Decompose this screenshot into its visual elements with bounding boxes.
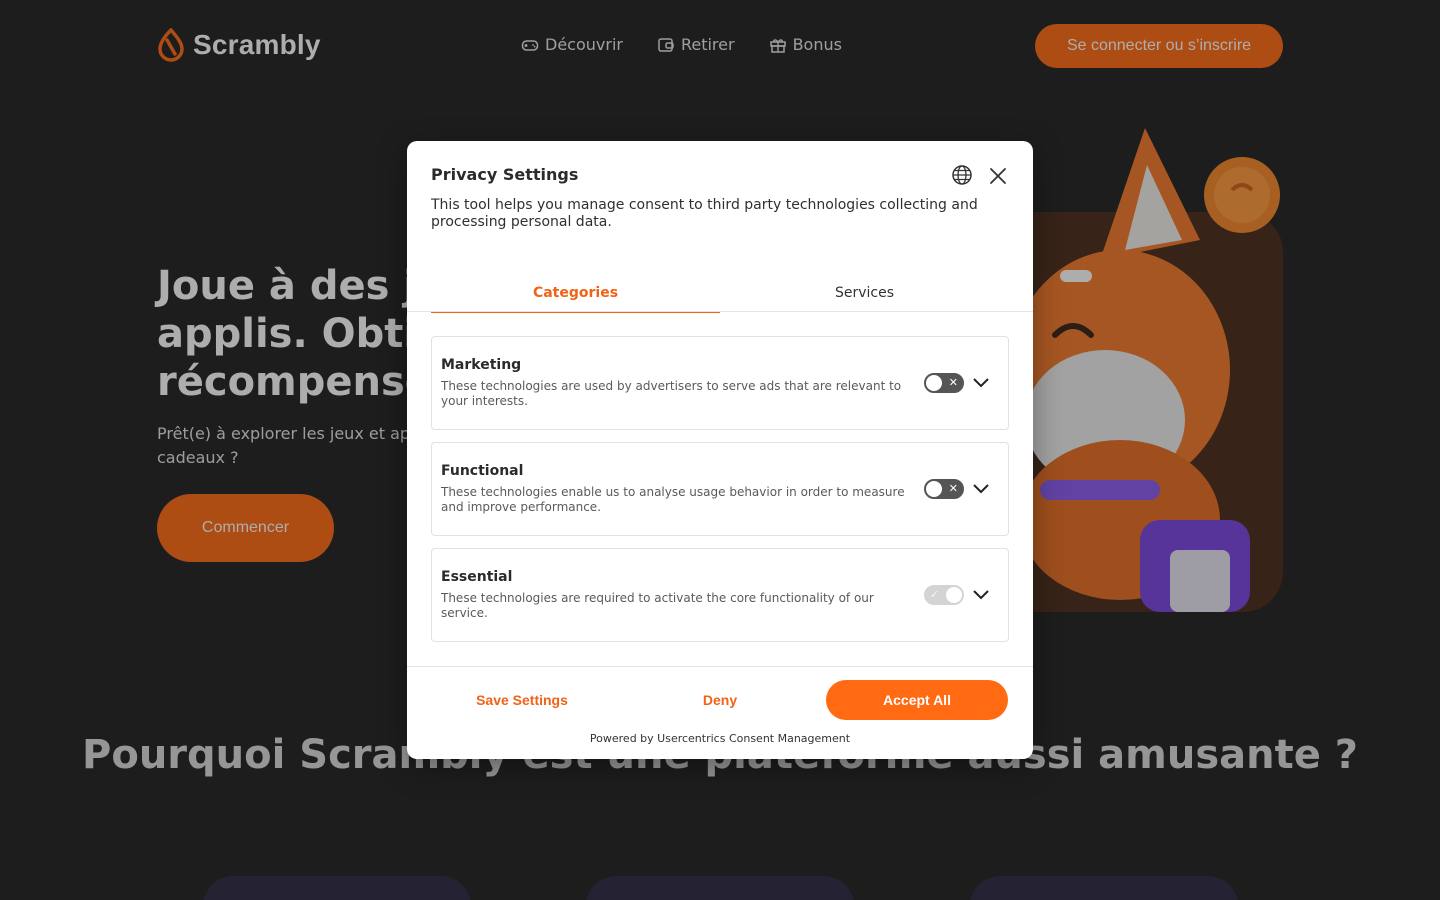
modal-title: Privacy Settings	[431, 165, 579, 184]
toggle-knob	[946, 587, 962, 603]
check-icon: ✓	[930, 588, 940, 601]
essential-toggle: ✓	[924, 585, 964, 605]
category-functional[interactable]: Functional These technologies enable us …	[431, 442, 1009, 536]
privacy-settings-modal: Privacy Settings This tool helps you man…	[407, 141, 1033, 759]
category-name: Marketing	[441, 357, 522, 373]
marketing-toggle[interactable]: ✕	[924, 373, 964, 393]
footer-divider	[407, 666, 1033, 667]
save-settings-button[interactable]: Save Settings	[431, 680, 613, 720]
modal-description: This tool helps you manage consent to th…	[431, 197, 978, 230]
toggle-knob	[926, 375, 942, 391]
tabs-divider	[407, 311, 1033, 312]
category-essential[interactable]: Essential These technologies are require…	[431, 548, 1009, 642]
close-icon[interactable]	[987, 165, 1009, 187]
category-name: Functional	[441, 463, 524, 479]
globe-icon[interactable]	[951, 164, 973, 186]
category-name: Essential	[441, 569, 513, 585]
privacy-tabs: Categories Services	[431, 273, 1009, 313]
functional-toggle[interactable]: ✕	[924, 479, 964, 499]
powered-by-text[interactable]: Powered by Usercentrics Consent Manageme…	[407, 732, 1033, 745]
tab-categories[interactable]: Categories	[431, 273, 720, 313]
x-icon: ✕	[948, 376, 958, 389]
chevron-down-icon[interactable]	[972, 587, 990, 601]
category-description: These technologies are required to activ…	[441, 591, 874, 620]
toggle-knob	[926, 481, 942, 497]
chevron-down-icon[interactable]	[972, 375, 990, 389]
tab-services[interactable]: Services	[720, 273, 1009, 313]
category-marketing[interactable]: Marketing These technologies are used by…	[431, 336, 1009, 430]
category-description: These technologies are used by advertise…	[441, 379, 902, 408]
x-icon: ✕	[948, 482, 958, 495]
category-description: These technologies enable us to analyse …	[441, 485, 905, 514]
deny-button[interactable]: Deny	[629, 680, 811, 720]
chevron-down-icon[interactable]	[972, 481, 990, 495]
accept-all-button[interactable]: Accept All	[826, 680, 1008, 720]
